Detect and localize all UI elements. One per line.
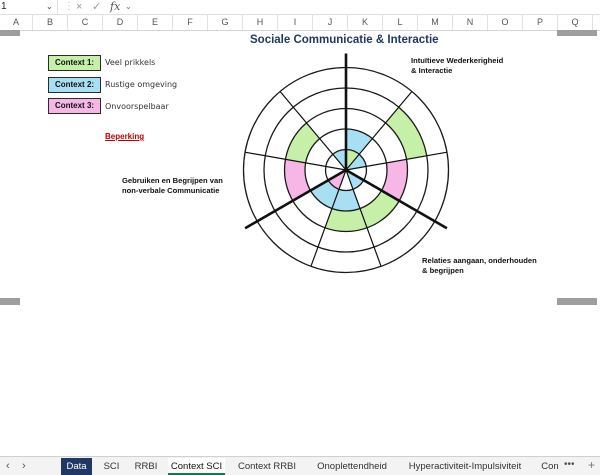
sheet-tab[interactable]: RRBI — [130, 458, 162, 475]
column-header-cell[interactable]: N — [453, 15, 488, 30]
name-box-value: 1 — [1, 1, 7, 12]
column-header-cell[interactable]: I — [278, 15, 313, 30]
column-header-cell[interactable]: F — [173, 15, 208, 30]
column-header-cell[interactable]: G — [208, 15, 243, 30]
function-icon[interactable]: fx — [110, 0, 120, 14]
sheet-tab[interactable]: Hyperactiviteit-Impulsiviteit — [401, 458, 529, 475]
worksheet[interactable]: Sociale Communicatie & Interactie Contex… — [0, 30, 600, 456]
column-header-cell[interactable]: O — [488, 15, 523, 30]
column-header-cell[interactable]: M — [418, 15, 453, 30]
column-header-cell[interactable]: K — [348, 15, 383, 30]
cancel-icon[interactable]: × — [76, 0, 82, 14]
chevron-down-icon[interactable]: ⌄ — [46, 0, 53, 14]
formula-bar: 1 ⌄ ⋮ × ✓ fx ⌄ — [0, 0, 600, 15]
scroll-left-icon[interactable]: ‹ — [6, 457, 10, 475]
label-line: Gebruiken en Begrijpen van — [122, 176, 223, 185]
label-line: & Interactie — [411, 66, 453, 75]
column-header-cell[interactable]: A — [0, 15, 33, 30]
label-intuitieve-wederkerigheid: Intuïtieve Wederkerigheid & Interactie — [411, 56, 503, 76]
label-line: Relaties aangaan, onderhouden — [422, 256, 537, 265]
sheet-tab[interactable]: Onoplettendheid — [310, 458, 394, 475]
column-header: ABCDEFGHIJKLMNOPQ — [0, 15, 600, 31]
label-non-verbale-communicatie: Gebruiken en Begrijpen van non-verbale C… — [122, 176, 223, 196]
label-relaties-aangaan: Relaties aangaan, onderhouden & begrijpe… — [422, 256, 537, 276]
column-header-cell[interactable]: P — [523, 15, 558, 30]
column-header-cell[interactable]: D — [103, 15, 138, 30]
column-header-cell[interactable]: Q — [558, 15, 593, 30]
chevron-down-icon[interactable]: ⌄ — [125, 0, 132, 14]
more-icon[interactable]: ••• — [564, 457, 575, 473]
label-line: Intuïtieve Wederkerigheid — [411, 56, 504, 65]
column-header-cell[interactable]: B — [33, 15, 68, 30]
scroll-right-icon[interactable]: › — [22, 457, 26, 475]
check-icon[interactable]: ✓ — [92, 0, 101, 14]
add-icon[interactable]: + — [588, 457, 595, 474]
radial-chart — [242, 53, 450, 274]
sheet-tab-bar: ‹ › Data SCI RRBI Context SCI Context RRBI On… — [0, 456, 600, 475]
sheet-tab[interactable]: Context SCI — [168, 458, 225, 475]
column-header-cell[interactable]: H — [243, 15, 278, 30]
sheet-tab[interactable]: Con — [536, 458, 564, 475]
label-line: & begrijpen — [422, 266, 464, 275]
sheet-tab[interactable]: Context RRBI — [236, 458, 298, 475]
column-header-cell[interactable]: L — [383, 15, 418, 30]
sheet-tab[interactable]: Data — [61, 458, 92, 475]
column-header-cell[interactable]: E — [138, 15, 173, 30]
column-header-cell[interactable]: J — [313, 15, 348, 30]
label-line: non-verbale Communicatie — [122, 186, 220, 195]
formula-bar-separator: ⋮ — [64, 1, 74, 12]
sheet-tab[interactable]: SCI — [98, 458, 125, 475]
column-header-cell[interactable]: C — [68, 15, 103, 30]
